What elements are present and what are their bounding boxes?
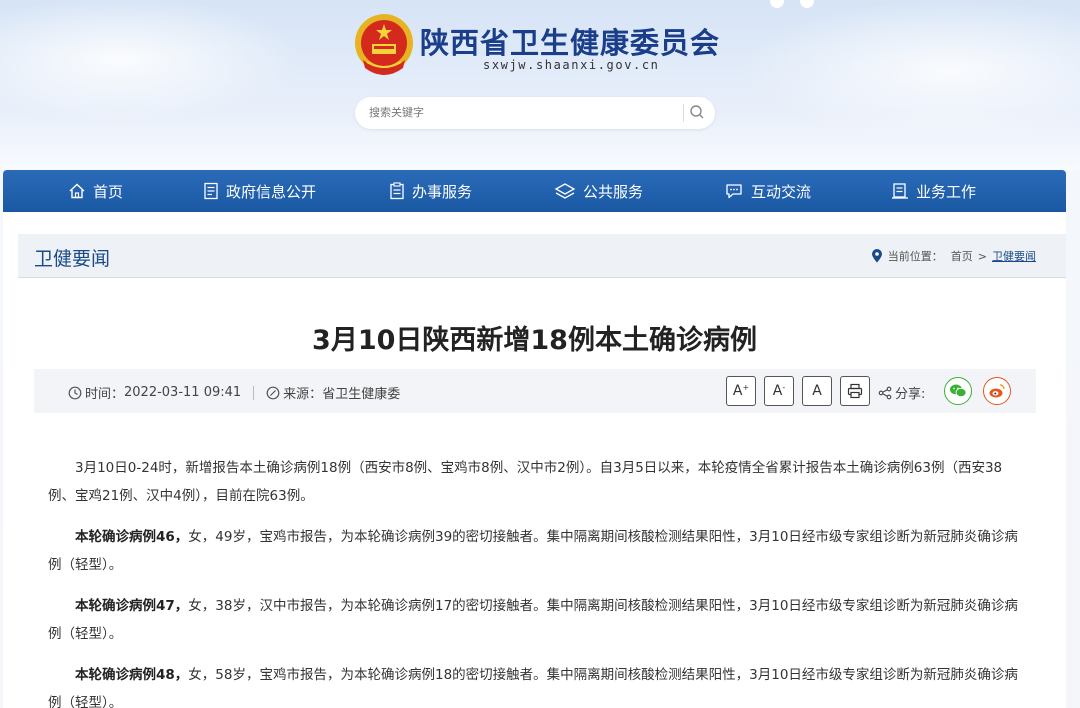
share-wechat-button[interactable] — [944, 377, 972, 405]
print-button[interactable] — [840, 376, 870, 406]
nav-item-interaction[interactable]: 互动交流 — [724, 170, 811, 212]
document-icon — [204, 182, 218, 200]
nav-label: 办事服务 — [412, 182, 473, 201]
clipboard-icon — [390, 182, 404, 200]
chat-icon — [726, 184, 742, 199]
content-panel: 卫健要闻 当前位置： 首页 > 卫健要闻 3月10日陕西新增18例本土确诊病例 … — [3, 212, 1066, 708]
search-input[interactable] — [369, 103, 669, 123]
font-increase-button[interactable]: A + — [726, 376, 756, 406]
home-icon — [69, 183, 85, 199]
clock-icon — [68, 386, 82, 399]
site-domain: sxwjw.shaanxi.gov.cn — [483, 58, 660, 72]
breadcrumb: 当前位置： 首页 > 卫健要闻 — [871, 248, 1036, 264]
layers-icon — [554, 183, 576, 199]
source-icon — [266, 386, 280, 399]
font-increase-label: A — [732, 383, 743, 399]
article-paragraph: 3月10日0-24时，新增报告本土确诊病例18例（西安市8例、宝鸡市8例、汉中市… — [48, 454, 1026, 510]
font-reset-button[interactable]: A — [802, 376, 832, 406]
meta-divider — [253, 385, 255, 400]
article-paragraph: 本轮确诊病例47，女，38岁，汉中市报告，为本轮确诊病例17的密切接触者。集中隔… — [48, 592, 1026, 648]
nav-label: 互动交流 — [751, 182, 812, 201]
location-pin-icon — [871, 249, 882, 263]
main-nav: 首页 政府信息公开 办事服务 公共服务 互动交流 业务工作 — [3, 170, 1066, 212]
print-icon — [847, 383, 863, 399]
breadcrumb-separator: > — [977, 249, 987, 263]
paragraph-lead: 本轮确诊病例48， — [75, 667, 189, 683]
article-paragraph: 本轮确诊病例48，女，58岁，宝鸡市报告，为本轮确诊病例18的密切接触者。集中隔… — [48, 661, 1026, 708]
nav-label: 首页 — [93, 182, 124, 201]
paragraph-text: 3月10日0-24时，新增报告本土确诊病例18例（西安市8例、宝鸡市8例、汉中市… — [48, 460, 1003, 504]
paragraph-text: 女，58岁，宝鸡市报告，为本轮确诊病例18的密切接触者。集中隔离期间核酸检测结果… — [48, 667, 1018, 708]
publish-time: 2022-03-11 09:41 — [124, 385, 242, 400]
share-weibo-button[interactable] — [983, 377, 1011, 405]
share-icon — [878, 386, 892, 399]
article-body: 3月10日0-24时，新增报告本土确诊病例18例（西安市8例、宝鸡市8例、汉中市… — [48, 454, 1026, 708]
article-meta-bar: 时间： 2022-03-11 09:41 来源： 省卫生健康委 A+ A- A — [34, 369, 1036, 413]
nav-item-services[interactable]: 办事服务 — [389, 170, 472, 212]
section-header: 卫健要闻 当前位置： 首页 > 卫健要闻 — [18, 234, 1066, 278]
national-emblem-icon — [355, 14, 413, 75]
paragraph-text: 女，49岁，宝鸡市报告，为本轮确诊病例39的密切接触者。集中隔离期间核酸检测结果… — [48, 529, 1018, 573]
time-label: 时间： — [85, 387, 125, 402]
search-icon[interactable] — [689, 104, 705, 120]
breadcrumb-home-link[interactable]: 首页 — [951, 248, 973, 264]
nav-item-work[interactable]: 业务工作 — [891, 170, 976, 212]
site-title[interactable]: 陕西省卫生健康委员会 — [420, 20, 720, 62]
share-area: 分享: — [878, 383, 925, 402]
breadcrumb-prefix: 当前位置： — [887, 250, 943, 263]
font-reset-label: A — [812, 383, 822, 399]
wechat-icon — [950, 384, 967, 398]
article-meta: 时间： 2022-03-11 09:41 来源： 省卫生健康委 — [68, 383, 400, 402]
paragraph-lead: 本轮确诊病例47， — [75, 598, 189, 614]
nav-label: 业务工作 — [916, 182, 977, 201]
section-title: 卫健要闻 — [34, 248, 111, 270]
search-box — [355, 97, 715, 129]
article-paragraph: 本轮确诊病例46，女，49岁，宝鸡市报告，为本轮确诊病例39的密切接触者。集中隔… — [48, 523, 1026, 579]
paragraph-text: 女，38岁，汉中市报告，为本轮确诊病例17的密切接触者。集中隔离期间核酸检测结果… — [48, 598, 1018, 642]
source-label: 来源： — [283, 387, 323, 402]
paragraph-lead: 本轮确诊病例46， — [75, 529, 189, 545]
breadcrumb-current-link[interactable]: 卫健要闻 — [992, 248, 1036, 264]
search-divider — [683, 104, 684, 122]
briefcase-icon — [892, 183, 908, 199]
font-decrease-sup: - — [782, 382, 786, 392]
article-title: 3月10日陕西新增18例本土确诊病例 — [312, 325, 757, 356]
font-decrease-button[interactable]: A- — [764, 376, 794, 406]
weibo-icon — [989, 384, 1005, 398]
nav-item-public-service[interactable]: 公共服务 — [554, 170, 643, 212]
nav-label: 政府信息公开 — [226, 182, 317, 201]
nav-label: 公共服务 — [583, 182, 644, 201]
font-increase-sup: + — [742, 382, 750, 392]
nav-item-home[interactable]: 首页 — [68, 170, 123, 212]
nav-item-gov-info[interactable]: 政府信息公开 — [203, 170, 316, 212]
font-decrease-label: A — [772, 383, 783, 399]
share-label: 分享: — [895, 387, 926, 402]
source-value: 省卫生健康委 — [322, 387, 401, 402]
site-header: 陕西省卫生健康委员会 sxwjw.shaanxi.gov.cn — [0, 0, 1080, 170]
